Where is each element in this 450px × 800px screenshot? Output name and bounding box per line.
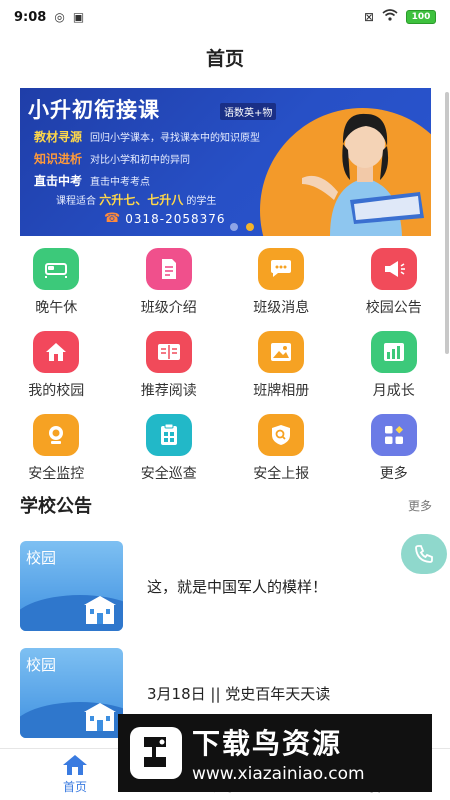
grid-item-monthly-growth[interactable]: 月成长 <box>338 331 450 400</box>
grid-item-safety-report[interactable]: 安全上报 <box>225 414 338 483</box>
grid-item-nap[interactable]: 晚午休 <box>0 248 113 317</box>
search-shield-icon <box>258 414 305 456</box>
banner-audience: 课程适合 六升七、七升八 的学生 <box>56 191 216 208</box>
banner-row-text: 直击中考考点 <box>90 177 151 188</box>
document-icon <box>145 248 192 290</box>
banner-row-key: 知识进析 <box>34 152 83 166</box>
thumbnail-label: 校园 <box>26 656 57 674</box>
banner-row-key: 直击中考 <box>34 174 83 188</box>
pagination-dot <box>230 223 238 231</box>
grid-item-more[interactable]: 更多 <box>338 414 450 483</box>
status-time: 9:08 <box>14 9 47 25</box>
school-building-icon <box>84 703 116 731</box>
grid-item-label: 推荐阅读 <box>140 383 197 399</box>
site-watermark: 下载鸟资源 www.xiazainiao.com <box>118 714 432 792</box>
banner-row-text: 回归小学课本，寻找课本中的知识原型 <box>90 133 261 144</box>
banner-pagination <box>230 223 254 231</box>
banner-sub-prefix: 课程适合 <box>56 196 96 207</box>
page-title: 首页 <box>205 47 244 70</box>
bed-icon <box>33 248 80 290</box>
phone-call-icon <box>415 545 433 563</box>
tab-label: 首页 <box>62 780 87 794</box>
announcement-thumbnail: 校园 <box>20 541 123 631</box>
thumbnail-label: 校园 <box>26 549 57 567</box>
grid-item-label: 班级消息 <box>253 300 310 316</box>
wifi-icon <box>382 9 398 25</box>
apps-icon <box>370 414 417 456</box>
banner-sub-emphasis: 六升七、七升八 <box>99 193 184 207</box>
watermark-url: www.xiazainiao.com <box>192 764 365 784</box>
camera-icon <box>33 414 80 456</box>
function-grid: 晚午休 班级介绍 班级消息 校园公告 我的校园 推荐阅读 班牌相册 月成长 安全… <box>0 248 450 483</box>
chat-icon <box>258 248 305 290</box>
grid-item-label: 更多 <box>379 466 408 482</box>
grid-item-label: 晚午休 <box>35 300 78 316</box>
bar-chart-icon <box>370 331 417 373</box>
phone-icon: ☎ <box>104 211 122 226</box>
announcement-title: 3月18日 || 党史百年天天读 <box>147 684 331 703</box>
grid-item-safety-monitor[interactable]: 安全监控 <box>0 414 113 483</box>
battery-indicator: 100 <box>406 10 436 24</box>
banner-row-key: 教材寻源 <box>34 130 83 144</box>
clipboard-icon <box>145 414 192 456</box>
banner-tag: 语数英+物 <box>220 103 277 120</box>
grid-item-label: 安全上报 <box>253 466 310 482</box>
pagination-dot-active <box>246 223 254 231</box>
top-header: 首页 <box>0 34 450 80</box>
announcement-item[interactable]: 校园 这，就是中国军人的模样！ <box>20 541 432 631</box>
announcement-section-header: 学校公告 更多 <box>20 492 432 518</box>
announcement-title: 这，就是中国军人的模样！ <box>147 577 328 596</box>
banner-row: 知识进析 对比小学和初中的异同 <box>34 150 190 167</box>
status-bar: 9:08 ◎ ▣ ⊠ 100 <box>0 0 450 34</box>
grid-item-label: 安全监控 <box>28 466 85 482</box>
grid-item-class-album[interactable]: 班牌相册 <box>225 331 338 400</box>
school-building-icon <box>84 596 116 624</box>
call-button[interactable] <box>401 534 447 574</box>
grid-item-label: 月成长 <box>372 383 415 399</box>
grid-item-recommended-reading[interactable]: 推荐阅读 <box>113 331 226 400</box>
grid-item-label: 班级介绍 <box>140 300 197 316</box>
banner-row-text: 对比小学和初中的异同 <box>90 155 191 166</box>
announcement-thumbnail: 校园 <box>20 648 123 738</box>
notification-icon: ▣ <box>72 10 85 24</box>
banner-sub-suffix: 的学生 <box>186 196 217 207</box>
grid-item-campus-notice[interactable]: 校园公告 <box>338 248 450 317</box>
grid-item-my-campus[interactable]: 我的校园 <box>0 331 113 400</box>
grid-item-label: 校园公告 <box>365 300 422 316</box>
home-icon <box>63 755 87 775</box>
watermark-title: 下载鸟资源 <box>192 727 343 760</box>
grid-item-class-messages[interactable]: 班级消息 <box>225 248 338 317</box>
section-title: 学校公告 <box>20 496 92 517</box>
sync-icon: ◎ <box>54 10 65 24</box>
banner-phone-number: 0318-2058376 <box>125 211 226 226</box>
megaphone-icon <box>370 248 417 290</box>
banner-headline: 小升初衔接课 <box>28 98 160 122</box>
grid-item-label: 我的校园 <box>28 383 85 399</box>
grid-item-class-intro[interactable]: 班级介绍 <box>113 248 226 317</box>
book-icon <box>145 331 192 373</box>
banner-row: 教材寻源 回归小学课本，寻找课本中的知识原型 <box>34 128 260 145</box>
banner-phone: ☎ 0318-2058376 <box>104 211 226 226</box>
scrollbar[interactable] <box>445 92 449 354</box>
sim-off-icon: ⊠ <box>363 10 374 24</box>
promo-banner[interactable]: 小升初衔接课 语数英+物 教材寻源 回归小学课本，寻找课本中的知识原型 知识进析… <box>20 88 431 236</box>
grid-item-label: 班牌相册 <box>253 383 310 399</box>
teacher-illustration <box>302 113 424 236</box>
banner-row: 直击中考 直击中考考点 <box>34 172 150 189</box>
home-icon <box>33 331 80 373</box>
bird-logo-icon <box>130 727 182 779</box>
more-link[interactable]: 更多 <box>408 497 432 514</box>
grid-item-label: 安全巡查 <box>140 466 197 482</box>
grid-item-safety-patrol[interactable]: 安全巡查 <box>113 414 226 483</box>
photo-icon <box>258 331 305 373</box>
